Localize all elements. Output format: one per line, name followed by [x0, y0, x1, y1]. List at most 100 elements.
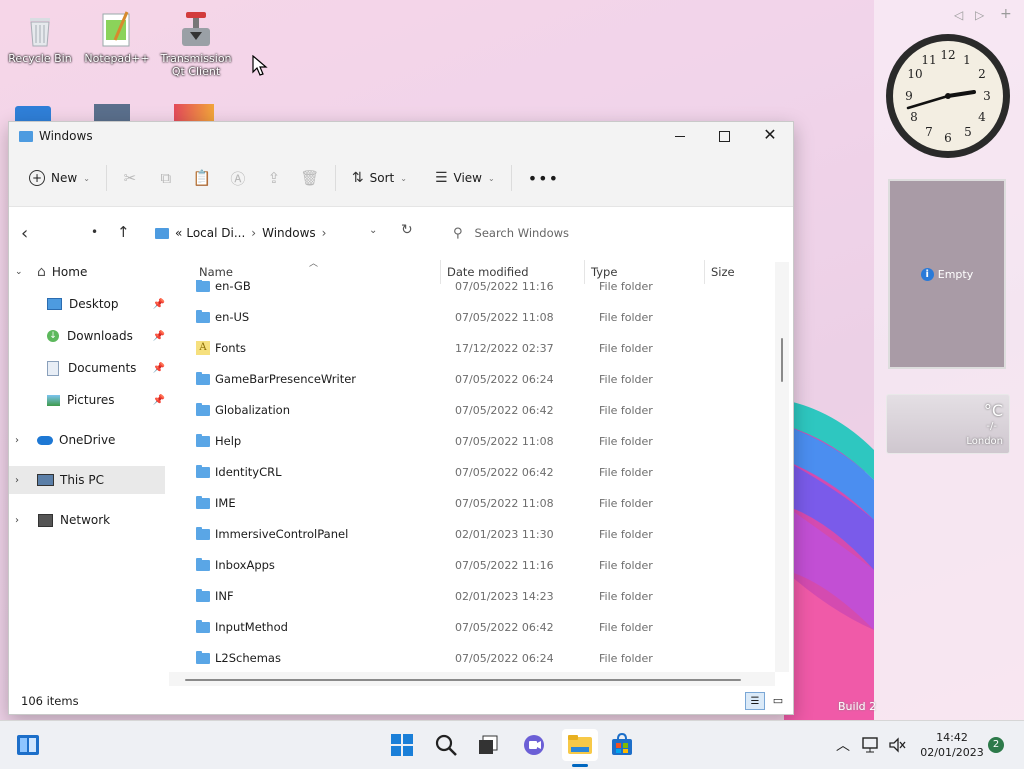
nav-item-pictures[interactable]: Pictures 📌 — [47, 386, 167, 414]
table-row[interactable]: Help 07/05/2022 11:08 File folder — [177, 427, 775, 455]
table-row[interactable]: InboxApps 07/05/2022 11:16 File folder — [177, 551, 775, 579]
details-view-button[interactable]: ☰ — [745, 692, 765, 710]
column-header-type[interactable]: Type — [591, 265, 617, 279]
chevron-down-icon: ⌄ — [400, 173, 407, 183]
folder-icon — [196, 433, 210, 447]
column-header-date[interactable]: Date modified — [447, 265, 529, 279]
column-header-name[interactable]: Name — [199, 265, 233, 279]
large-icons-view-button[interactable]: ▭ — [769, 692, 787, 708]
network-status-button[interactable] — [862, 737, 880, 756]
table-row[interactable]: L2Schemas 07/05/2022 06:24 File folder — [177, 644, 775, 672]
task-view-button[interactable] — [472, 729, 504, 761]
status-bar: 106 items ☰ ▭ — [9, 686, 793, 714]
file-type: File folder — [599, 403, 653, 417]
back-button[interactable]: ‹ — [21, 223, 28, 244]
folder-shortcut-icon[interactable] — [15, 106, 51, 122]
gadget-prev-icon[interactable]: ◁ — [954, 8, 963, 22]
copy-icon[interactable]: ⧉ — [155, 167, 177, 189]
weather-temperature: °C — [983, 401, 1003, 420]
file-type: File folder — [599, 341, 653, 355]
table-row[interactable]: ImmersiveControlPanel 02/01/2023 11:30 F… — [177, 520, 775, 548]
rename-icon[interactable]: Ⓐ — [227, 167, 249, 189]
table-row[interactable]: INF 02/01/2023 14:23 File folder — [177, 582, 775, 610]
home-icon: ⌂ — [37, 264, 46, 280]
pin-icon[interactable]: 📌 — [153, 363, 165, 374]
nav-item-desktop[interactable]: Desktop 📌 — [47, 290, 167, 318]
store-button[interactable] — [606, 729, 638, 761]
file-date: 02/01/2023 11:30 — [455, 527, 554, 541]
pin-icon[interactable]: 📌 — [153, 331, 165, 342]
table-row[interactable]: IME 07/05/2022 11:08 File folder — [177, 489, 775, 517]
table-row[interactable]: InputMethod 07/05/2022 06:42 File folder — [177, 613, 775, 641]
show-hidden-icons-button[interactable]: ︿ — [836, 735, 850, 755]
view-button[interactable]: ☰ View ⌄ — [427, 162, 503, 194]
build-watermark: Build 2 — [838, 700, 877, 713]
pin-icon[interactable]: 📌 — [153, 299, 165, 310]
breadcrumb-item[interactable]: Windows — [262, 226, 316, 240]
title-bar[interactable]: Windows ✕ — [9, 122, 793, 150]
pin-icon[interactable]: 📌 — [153, 395, 165, 406]
paste-icon[interactable]: 📋 — [191, 167, 213, 189]
file-name: Fonts — [215, 341, 247, 355]
table-row[interactable]: A Fonts 17/12/2022 02:37 File folder — [177, 334, 775, 362]
nav-item-downloads[interactable]: ↓ Downloads 📌 — [47, 322, 167, 350]
transmission-shortcut[interactable]: Transmission Qt Client — [155, 10, 237, 78]
table-row[interactable]: en-GB 07/05/2022 11:16 File folder — [177, 280, 775, 300]
recycle-bin-shortcut[interactable]: Recycle Bin — [0, 10, 80, 65]
file-type: File folder — [599, 589, 653, 603]
scrollbar-thumb[interactable] — [781, 338, 783, 382]
refresh-icon: ↻ — [401, 222, 413, 238]
sort-button[interactable]: ⇅ Sort ⌄ — [344, 162, 415, 194]
cut-icon[interactable]: ✂ — [119, 167, 141, 189]
nav-item-documents[interactable]: Documents 📌 — [47, 354, 167, 382]
new-button[interactable]: + New ⌄ — [21, 162, 98, 194]
scrollbar-thumb[interactable] — [185, 679, 741, 681]
nav-item-network[interactable]: › Network — [15, 506, 110, 534]
gadget-add-icon[interactable]: + — [1000, 6, 1012, 22]
nav-item-onedrive[interactable]: › OneDrive — [15, 426, 115, 454]
clock-button[interactable]: 14:42 02/01/2023 — [920, 730, 984, 760]
refresh-button[interactable]: ↻ — [401, 222, 413, 238]
close-button[interactable]: ✕ — [761, 125, 779, 145]
up-button[interactable]: ↑ — [117, 223, 130, 241]
table-row[interactable]: Globalization 07/05/2022 06:42 File fold… — [177, 396, 775, 424]
delete-icon[interactable]: 🗑 — [299, 167, 321, 189]
table-row[interactable]: en-US 07/05/2022 11:08 File folder — [177, 303, 775, 331]
more-options-button[interactable]: ••• — [520, 162, 567, 194]
maximize-button[interactable] — [715, 127, 733, 145]
table-row[interactable]: IdentityCRL 07/05/2022 06:42 File folder — [177, 458, 775, 486]
file-explorer-taskbar-button[interactable] — [562, 729, 598, 767]
windows-logo-icon — [391, 734, 413, 756]
forward-button[interactable]: • — [91, 225, 98, 239]
column-header-size[interactable]: Size — [711, 265, 735, 279]
start-button[interactable] — [386, 729, 418, 761]
weather-gadget[interactable]: °C -/- London — [886, 394, 1010, 454]
address-bar[interactable]: « Local Di... › Windows › — [155, 221, 395, 245]
chat-button[interactable] — [518, 729, 550, 761]
vertical-scrollbar[interactable] — [775, 262, 789, 672]
slideshow-gadget[interactable]: i Empty — [888, 179, 1006, 369]
search-button[interactable] — [430, 729, 462, 761]
gadget-next-icon[interactable]: ▷ — [975, 8, 984, 22]
clock-gadget[interactable]: 12 1 2 345 678 9 10 11 — [884, 32, 1012, 163]
address-history-button[interactable]: ⌄ — [369, 225, 377, 236]
breadcrumb-item[interactable]: Local Di... — [186, 226, 245, 240]
breadcrumb-overflow[interactable]: « — [175, 226, 182, 240]
volume-button[interactable] — [888, 737, 906, 756]
horizontal-scrollbar[interactable] — [169, 672, 775, 686]
svg-text:4: 4 — [978, 110, 986, 124]
notification-badge[interactable]: 2 — [988, 737, 1004, 753]
forward-dot-icon: • — [91, 225, 99, 239]
widgets-button[interactable] — [12, 729, 44, 761]
app-shortcut-icon[interactable] — [94, 104, 130, 122]
app-shortcut-icon[interactable] — [174, 104, 214, 122]
search-box[interactable]: ⚲ Search Windows — [445, 221, 775, 245]
minimize-button[interactable] — [671, 127, 689, 145]
notepad-plus-plus-shortcut[interactable]: Notepad++ — [77, 10, 157, 65]
share-icon[interactable]: ⇪ — [263, 167, 285, 189]
nav-item-this-pc[interactable]: › This PC — [9, 466, 165, 494]
table-row[interactable]: GameBarPresenceWriter 07/05/2022 06:24 F… — [177, 365, 775, 393]
search-input[interactable]: Search Windows — [475, 226, 570, 240]
nav-item-home[interactable]: ⌄ ⌂ Home — [15, 258, 87, 286]
chevron-right-icon: › — [15, 474, 19, 486]
